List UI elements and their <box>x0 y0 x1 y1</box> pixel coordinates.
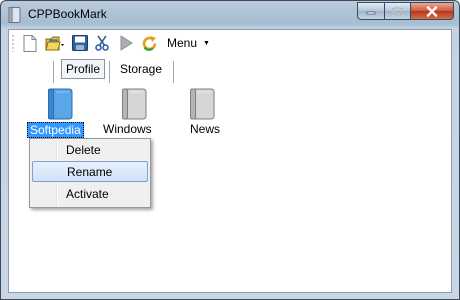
context-menu-rename[interactable]: Rename <box>32 161 148 182</box>
maximize-icon <box>392 6 403 16</box>
app-book-icon <box>8 7 21 23</box>
menu-label: Menu <box>167 36 198 50</box>
open-folder-icon <box>45 36 64 50</box>
tab-label: Profile <box>65 62 100 76</box>
close-button[interactable] <box>410 2 454 20</box>
cut-icon <box>95 35 109 51</box>
minimize-button[interactable] <box>357 2 384 20</box>
title-bar[interactable]: CPPBookMark <box>1 1 459 29</box>
tab-separator <box>109 61 110 83</box>
new-document-icon <box>23 34 37 52</box>
tab-label: Storage <box>119 62 163 76</box>
context-menu-label: Rename <box>67 164 113 179</box>
book-icon <box>122 88 147 120</box>
context-menu: Delete Rename Activate <box>29 138 151 208</box>
save-button[interactable] <box>71 33 89 53</box>
refresh-button[interactable] <box>140 33 158 53</box>
refresh-icon <box>142 35 156 51</box>
window-title: CPPBookMark <box>28 7 107 21</box>
context-menu-activate[interactable]: Activate <box>32 183 148 204</box>
new-button[interactable] <box>21 33 39 53</box>
menu-dropdown[interactable]: Menu ▼ <box>167 33 210 53</box>
bookmark-label: Softpedia <box>27 122 84 138</box>
maximize-button[interactable] <box>384 2 410 20</box>
toolbar-grip[interactable] <box>12 34 14 52</box>
context-menu-label: Delete <box>66 142 101 157</box>
bookmark-label: Windows <box>103 122 152 136</box>
close-icon <box>426 5 438 17</box>
bookmark-label: News <box>190 122 221 136</box>
tab-separator <box>53 61 54 83</box>
cut-button[interactable] <box>93 33 111 53</box>
tab-storage[interactable]: Storage <box>113 59 169 79</box>
dropdown-arrow-icon: ▼ <box>203 39 210 47</box>
book-icon <box>48 88 73 120</box>
context-menu-label: Activate <box>66 186 109 201</box>
play-icon <box>120 35 133 51</box>
context-menu-delete[interactable]: Delete <box>32 139 148 160</box>
app-window: CPPBookMark Menu ▼ Profile Storage Softp… <box>0 0 460 300</box>
minimize-icon <box>366 11 376 15</box>
tab-profile[interactable]: Profile <box>61 59 105 79</box>
save-icon <box>72 35 88 51</box>
toolbar: Menu ▼ <box>9 30 451 56</box>
tab-separator <box>173 61 174 83</box>
open-button[interactable] <box>42 33 68 53</box>
book-icon <box>190 88 215 120</box>
activate-button[interactable] <box>117 33 135 53</box>
